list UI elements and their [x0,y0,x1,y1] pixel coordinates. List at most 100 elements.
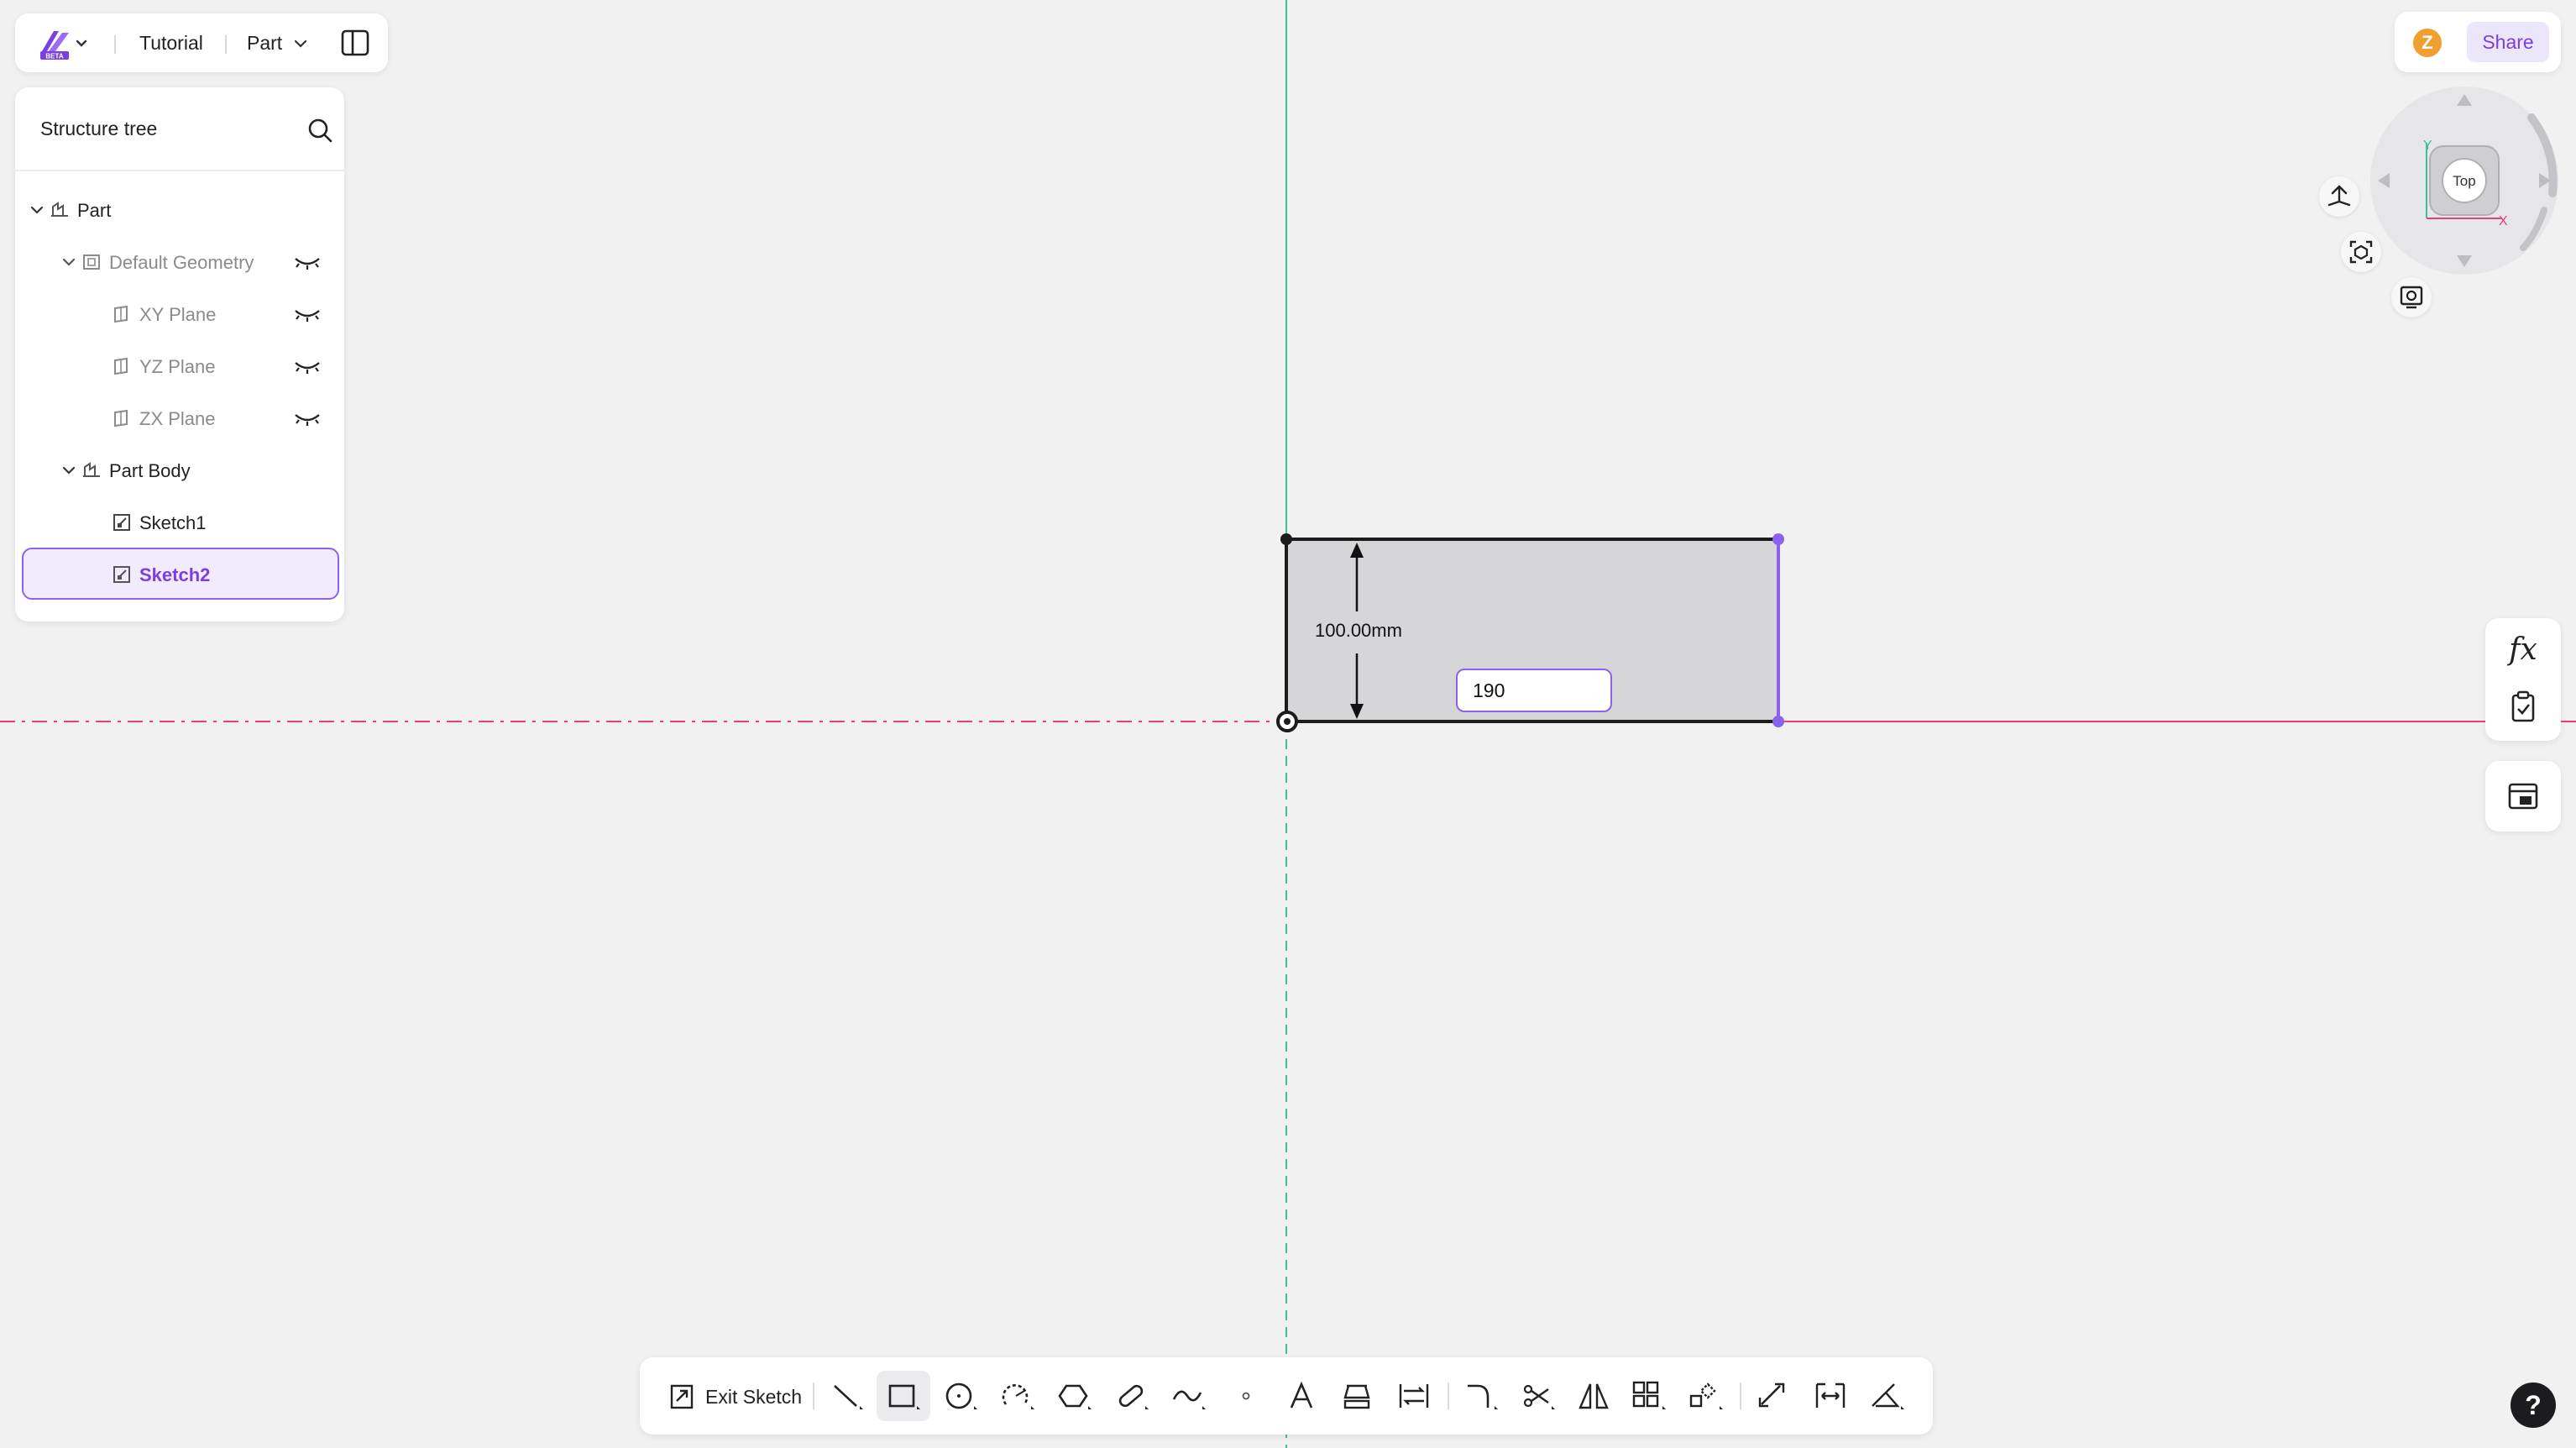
view-cube-face-label[interactable]: Top [2453,173,2475,189]
formula-icon[interactable]: fx [2505,632,2542,669]
transform-icon [1689,1382,1723,1409]
plane-icon [114,357,128,375]
app-menu-button[interactable]: BETA [37,26,89,61]
point-tool[interactable] [1219,1371,1273,1421]
tree-item-label: ZX Plane [139,408,216,429]
orient-icon [2327,185,2351,207]
tree-search-button[interactable] [306,116,334,144]
tree-divider [15,170,344,171]
line-tool[interactable] [821,1371,875,1421]
tree-item-label: Sketch1 [139,512,207,533]
rectangle-icon [888,1384,920,1409]
tree-item-part[interactable]: Part [22,185,338,235]
tree-item-label: Part Body [109,460,191,481]
arc-tool[interactable] [991,1371,1045,1421]
origin-point-center [1284,718,1291,725]
tree-item-default-geometry[interactable]: Default Geometry [22,237,338,287]
checklist-icon[interactable] [2505,689,2542,726]
header-separator [114,35,116,54]
text-tool[interactable] [1275,1371,1328,1421]
view-cube-widget[interactable]: Y X Top [2368,84,2561,277]
panel-toggle-button[interactable] [339,27,371,59]
orient-view-button[interactable] [2319,176,2359,217]
polygon-tool[interactable] [1048,1371,1102,1421]
eye-closed-icon[interactable] [292,358,322,376]
tree-item-sketch2[interactable]: Sketch2 [22,548,339,600]
mirror-tool[interactable] [1567,1371,1620,1421]
exit-sketch-button[interactable]: Exit Sketch [660,1376,803,1416]
circle-tool[interactable] [934,1371,987,1421]
header-separator [225,35,227,54]
fillet-tool[interactable] [1454,1371,1508,1421]
exit-sketch-label: Exit Sketch [705,1386,803,1408]
transform-tool[interactable] [1679,1371,1733,1421]
share-panel: Z Share [2395,12,2561,72]
vertex-top-right[interactable] [1772,533,1784,545]
vertex-top-left[interactable] [1280,533,1292,545]
tree-item-sketch1[interactable]: Sketch1 [22,497,338,548]
slot-icon [1118,1384,1149,1409]
arc-icon [1002,1384,1034,1409]
tree-item-label: Part [77,200,112,221]
tree-item-zx-plane[interactable]: ZX Plane [22,393,338,443]
geometry-folder-icon [83,254,100,270]
app-logo-icon: BETA [40,31,87,60]
tree-item-part-body[interactable]: Part Body [22,445,338,496]
point-icon [1242,1392,1250,1400]
view-cube-axis-x: X [2499,214,2508,228]
chevron-down-icon[interactable] [60,462,77,479]
sketch-canvas[interactable] [0,0,2576,1448]
line-icon [834,1385,863,1409]
layout-icon[interactable] [2505,778,2542,815]
view-cube[interactable]: Y X Top [2368,84,2561,277]
view-cube-axis-y: Y [2423,139,2432,153]
share-button[interactable]: Share [2467,22,2549,62]
constraint-tool[interactable] [1861,1371,1914,1421]
avatar[interactable]: Z [2413,29,2442,57]
fit-view-icon [2349,240,2373,264]
height-dimension-label[interactable]: 100.00mm [1315,618,1402,643]
part-icon [51,202,68,217]
mode-selector[interactable]: Part [247,32,308,55]
chevron-down-icon[interactable] [29,202,45,218]
dimension-tool[interactable] [1804,1371,1857,1421]
vertex-bottom-right[interactable] [1772,716,1784,727]
tree-item-label: Sketch2 [139,564,211,585]
trim-tool[interactable] [1511,1371,1565,1421]
help-button[interactable]: ? [2511,1382,2556,1428]
slot-tool[interactable] [1105,1371,1159,1421]
rectangle-tool[interactable] [877,1371,930,1421]
sketch-toolbar: Exit Sketch [640,1357,1933,1435]
project-name[interactable]: Tutorial [139,32,203,55]
tree-item-xy-plane[interactable]: XY Plane [22,289,338,339]
sketch-icon [113,514,130,531]
mirror-icon [1579,1383,1609,1409]
right-tools-panel: fx [2485,618,2561,741]
pattern-tool[interactable] [1622,1371,1676,1421]
display-mode-button[interactable] [2391,277,2432,317]
eye-closed-icon[interactable] [292,254,322,272]
width-dimension-input[interactable] [1456,669,1612,712]
structure-tree-panel: Structure tree Part Default Geometry XY … [15,87,344,622]
convert-tool[interactable] [1387,1371,1441,1421]
chevron-down-icon[interactable] [60,254,77,270]
spline-tool[interactable] [1162,1371,1216,1421]
toolbar-separator [813,1382,814,1409]
cad-app: 100.00mm BETA Tutorial Part S [0,0,2576,1448]
tree-item-label: YZ Plane [139,356,216,377]
eye-closed-icon[interactable] [292,410,322,428]
display-mode-icon [2400,286,2423,309]
polygon-icon [1058,1384,1092,1409]
circle-icon [945,1382,977,1409]
fillet-icon [1468,1384,1498,1409]
search-icon [308,118,332,143]
eye-closed-icon[interactable] [292,306,322,324]
offset-tool[interactable] [1746,1371,1800,1421]
tree-item-label: Default Geometry [109,252,254,273]
exit-sketch-icon [670,1384,694,1409]
tree-item-yz-plane[interactable]: YZ Plane [22,341,338,391]
mode-label: Part [247,32,283,54]
project-tool[interactable] [1330,1371,1384,1421]
right-tools-panel-2 [2485,761,2561,832]
fit-view-button[interactable] [2341,232,2381,272]
